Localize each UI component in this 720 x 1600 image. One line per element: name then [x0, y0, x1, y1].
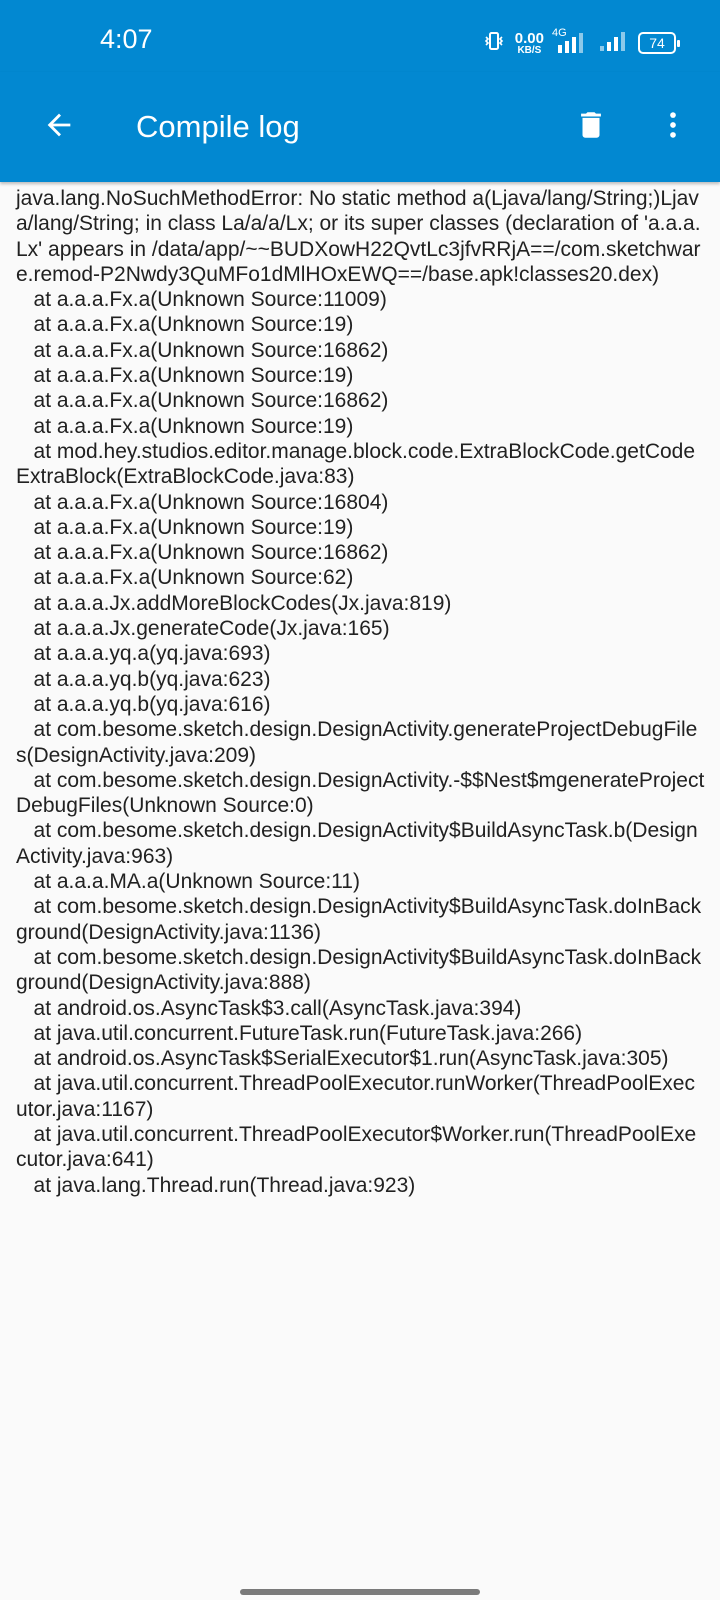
signal-4g-icon: 4G — [552, 27, 588, 55]
trash-icon — [574, 108, 608, 146]
home-indicator[interactable] — [240, 1589, 480, 1595]
vibrate-icon — [483, 30, 505, 56]
network-speed: 0.00 KB/S — [515, 31, 544, 56]
app-bar: Compile log — [0, 72, 720, 182]
more-vertical-icon — [656, 108, 690, 146]
status-bar: 4:07 0.00 KB/S 4G 74 — [0, 0, 720, 72]
network-speed-value: 0.00 — [514, 29, 544, 47]
network-speed-unit: KB/S — [517, 44, 542, 56]
battery-icon: 74 — [638, 32, 680, 54]
network-type-label: 4G — [552, 27, 567, 39]
page-title: Compile log — [136, 109, 300, 144]
compile-log-text[interactable]: java.lang.NoSuchMethodError: No static m… — [16, 186, 706, 1198]
more-options-button[interactable] — [648, 102, 698, 152]
back-button[interactable] — [34, 102, 84, 152]
signal-icon — [598, 29, 628, 57]
delete-log-button[interactable] — [566, 102, 616, 152]
status-icons: 0.00 KB/S 4G 74 — [483, 27, 680, 58]
arrow-left-icon — [42, 108, 76, 146]
status-time: 4:07 — [100, 24, 153, 54]
